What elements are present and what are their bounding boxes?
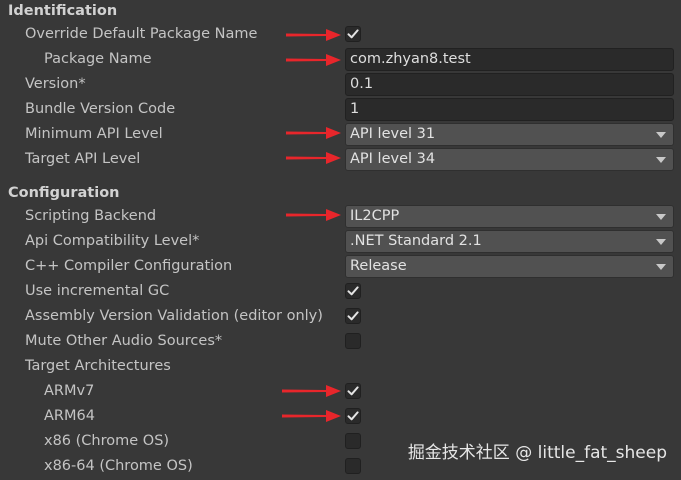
assembly-version-validation-row: Assembly Version Validation (editor only… (0, 304, 681, 329)
minimum-api-level-dropdown[interactable]: API level 31 (345, 123, 674, 146)
checkmark-icon (347, 286, 359, 296)
version-row: Version* 0.1 (0, 72, 681, 97)
x86-64-checkbox[interactable] (345, 458, 361, 474)
api-compatibility-level-dropdown[interactable]: .NET Standard 2.1 (345, 230, 674, 253)
checkmark-icon (347, 386, 359, 396)
api-compatibility-level-row: Api Compatibility Level* .NET Standard 2… (0, 229, 681, 254)
chevron-down-icon (656, 264, 666, 270)
scripting-backend-label: Scripting Backend (25, 208, 157, 224)
bundle-version-code-field[interactable]: 1 (345, 98, 674, 121)
target-api-level-value: API level 34 (350, 151, 436, 167)
api-compatibility-level-label: Api Compatibility Level* (25, 233, 200, 249)
annotation-arrow-icon (286, 152, 341, 164)
mute-other-audio-sources-label: Mute Other Audio Sources* (25, 333, 223, 349)
bundle-version-code-row: Bundle Version Code 1 (0, 97, 681, 122)
bundle-version-code-label: Bundle Version Code (25, 101, 176, 117)
chevron-down-icon (656, 239, 666, 245)
cpp-compiler-configuration-value: Release (350, 258, 407, 274)
target-api-level-label: Target API Level (25, 151, 141, 167)
scripting-backend-value: IL2CPP (350, 208, 400, 224)
x86-label: x86 (Chrome OS) (44, 433, 170, 449)
annotation-arrow-icon (286, 209, 341, 221)
assembly-version-validation-label: Assembly Version Validation (editor only… (25, 308, 323, 324)
identification-header: Identification (8, 3, 118, 19)
override-default-package-name-label: Override Default Package Name (25, 26, 258, 42)
target-architectures-label: Target Architectures (25, 358, 171, 374)
annotation-arrow-icon (282, 410, 341, 422)
cpp-compiler-configuration-row: C++ Compiler Configuration Release (0, 254, 681, 279)
x86-64-label: x86-64 (Chrome OS) (44, 458, 193, 474)
annotation-arrow-icon (286, 29, 341, 41)
arm64-checkbox[interactable] (345, 408, 361, 424)
cpp-compiler-configuration-dropdown[interactable]: Release (345, 255, 674, 278)
version-label: Version* (25, 76, 86, 92)
armv7-checkbox[interactable] (345, 383, 361, 399)
arm64-label: ARM64 (44, 408, 95, 424)
checkmark-icon (347, 411, 359, 421)
assembly-version-validation-checkbox[interactable] (345, 308, 361, 324)
package-name-label: Package Name (44, 51, 152, 67)
chevron-down-icon (656, 157, 666, 163)
override-default-package-name-checkbox[interactable] (345, 26, 361, 42)
mute-other-audio-sources-row: Mute Other Audio Sources* (0, 329, 681, 354)
chevron-down-icon (656, 214, 666, 220)
annotation-arrow-icon (282, 385, 341, 397)
package-name-field[interactable]: com.zhyan8.test (345, 48, 674, 71)
minimum-api-level-value: API level 31 (350, 126, 436, 142)
use-incremental-gc-row: Use incremental GC (0, 279, 681, 304)
version-field[interactable]: 0.1 (345, 73, 674, 96)
checkmark-icon (347, 311, 359, 321)
annotation-arrow-icon (286, 54, 341, 66)
cpp-compiler-configuration-label: C++ Compiler Configuration (25, 258, 233, 274)
target-architectures-row: Target Architectures (0, 354, 681, 379)
checkmark-icon (347, 29, 359, 39)
x86-checkbox[interactable] (345, 433, 361, 449)
chevron-down-icon (656, 132, 666, 138)
scripting-backend-dropdown[interactable]: IL2CPP (345, 205, 674, 228)
annotation-arrow-icon (286, 127, 341, 139)
configuration-header: Configuration (8, 185, 120, 201)
minimum-api-level-label: Minimum API Level (25, 126, 163, 142)
mute-other-audio-sources-checkbox[interactable] (345, 333, 361, 349)
use-incremental-gc-checkbox[interactable] (345, 283, 361, 299)
watermark-text: 掘金技术社区 @ little_fat_sheep (407, 443, 667, 463)
target-api-level-dropdown[interactable]: API level 34 (345, 148, 674, 171)
armv7-label: ARMv7 (44, 383, 95, 399)
use-incremental-gc-label: Use incremental GC (25, 283, 170, 299)
api-compatibility-level-value: .NET Standard 2.1 (350, 233, 482, 249)
